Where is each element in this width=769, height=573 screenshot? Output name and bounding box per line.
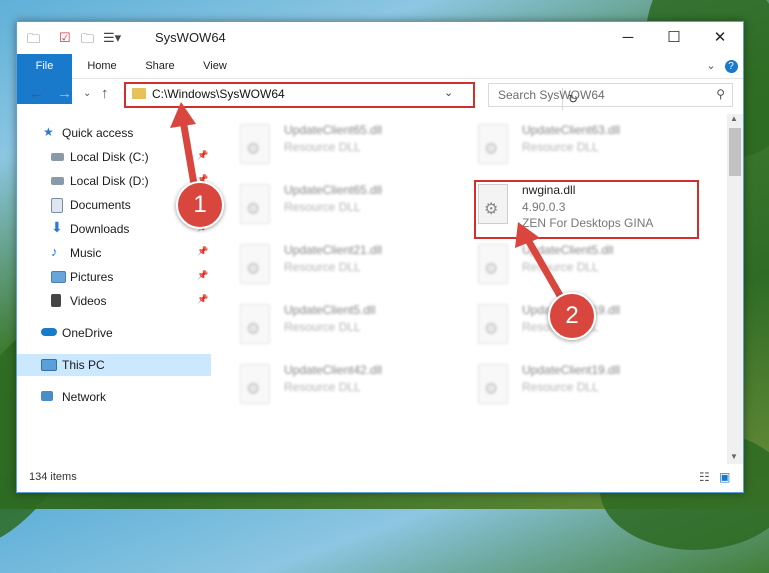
step-1-badge: 1	[176, 181, 224, 229]
annotation-arrows	[170, 102, 570, 310]
step-2-badge: 2	[548, 292, 596, 340]
